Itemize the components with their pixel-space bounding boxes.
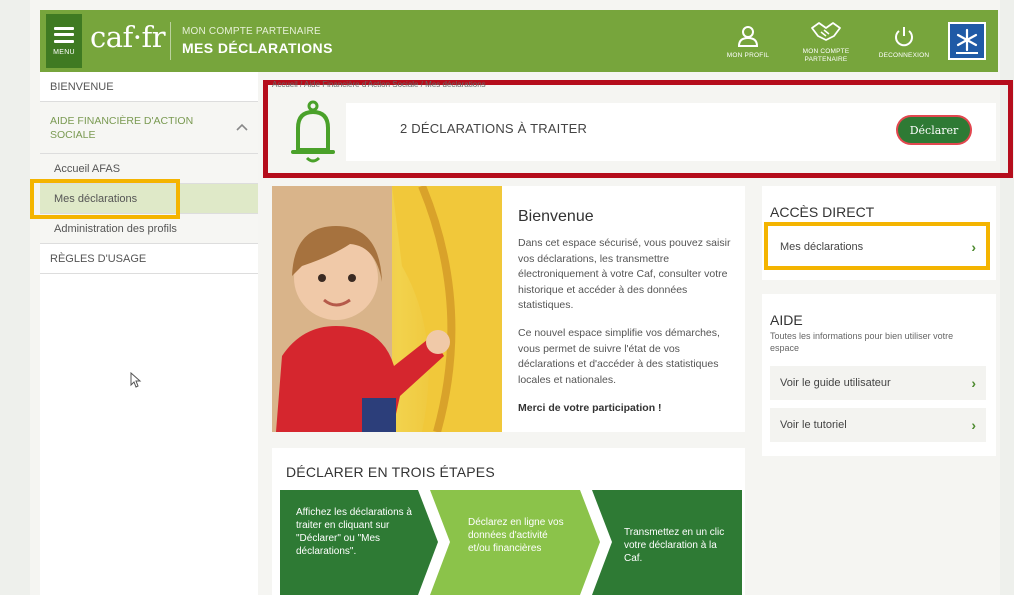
- breadcrumb[interactable]: Accueil / Aide Financière d'Action Socia…: [272, 80, 486, 89]
- sidebar-item-bienvenue[interactable]: BIENVENUE: [40, 72, 258, 102]
- caf-logo[interactable]: caf·fr: [90, 20, 166, 54]
- declarations-count-text: 2 DÉCLARATIONS À TRAITER: [400, 121, 588, 136]
- steps-panel: DÉCLARER EN TROIS ÉTAPES Affichez les dé…: [272, 448, 745, 595]
- sidebar-item-afas[interactable]: AIDE FINANCIÈRE D'ACTION SOCIALE: [40, 102, 258, 154]
- help-link-label: Voir le guide utilisateur: [780, 377, 891, 389]
- sidebar-item-label: Administration des profils: [54, 222, 177, 235]
- handshake-icon: [810, 19, 842, 45]
- direct-access-card: ACCÈS DIRECT Mes déclarations ›: [762, 186, 996, 280]
- welcome-title: Bienvenue: [518, 208, 594, 225]
- steps-title: DÉCLARER EN TROIS ÉTAPES: [286, 464, 495, 480]
- step-1-text: Affichez les déclarations à traiter en c…: [296, 507, 412, 557]
- partner-account-label: MON COMPTE PARTENAIRE: [802, 47, 850, 63]
- sidebar-item-label: BIENVENUE: [50, 80, 114, 93]
- help-link-guide[interactable]: Voir le guide utilisateur ›: [770, 366, 986, 400]
- profile-link[interactable]: MON PROFIL: [714, 23, 782, 60]
- welcome-paragraph-1: Dans cet espace sécurisé, vous pouvez sa…: [518, 237, 731, 311]
- hamburger-icon: [54, 26, 74, 43]
- menu-button[interactable]: MENU: [46, 14, 82, 68]
- help-link-tutorial[interactable]: Voir le tutoriel ›: [770, 408, 986, 442]
- header-subtitle: MON COMPTE PARTENAIRE: [182, 26, 321, 37]
- chevron-right-icon: ›: [971, 417, 976, 433]
- welcome-thanks: Merci de votre participation !: [518, 402, 662, 414]
- profile-icon: [736, 23, 760, 49]
- welcome-panel: Bienvenue Dans cet espace sécurisé, vous…: [272, 186, 745, 432]
- direct-access-title: ACCÈS DIRECT: [770, 204, 875, 220]
- mouse-cursor-icon: [130, 371, 142, 393]
- bell-icon: [290, 100, 336, 171]
- top-header: MENU caf·fr MON COMPTE PARTENAIRE MES DÉ…: [40, 10, 998, 72]
- help-subtitle: Toutes les informations pour bien utilis…: [770, 331, 954, 353]
- partner-account-link[interactable]: MON COMPTE PARTENAIRE: [792, 19, 860, 64]
- chevron-up-icon: [236, 121, 248, 135]
- help-link-label: Voir le tutoriel: [780, 419, 847, 431]
- child-photo: [272, 186, 502, 432]
- sidebar-item-administration[interactable]: Administration des profils: [40, 214, 258, 244]
- highlight-box: [30, 179, 180, 219]
- power-icon: [893, 23, 915, 49]
- header-divider: [170, 22, 171, 60]
- help-card: AIDE Toutes les informations pour bien u…: [762, 294, 996, 456]
- government-logo: [948, 22, 986, 60]
- sidebar-item-label: AIDE FINANCIÈRE D'ACTION SOCIALE: [50, 114, 194, 141]
- sidebar-item-label: RÈGLES D'USAGE: [50, 252, 147, 265]
- page-title: MES DÉCLARATIONS: [182, 40, 333, 56]
- sidebar-item-regles[interactable]: RÈGLES D'USAGE: [40, 244, 258, 274]
- help-title: AIDE: [770, 312, 803, 328]
- step-2-text: Déclarez en ligne vos données d'activité…: [468, 517, 564, 554]
- sidebar-item-accueil-afas[interactable]: Accueil AFAS: [40, 154, 258, 184]
- welcome-paragraph-2: Ce nouvel espace simplifie vos démarches…: [518, 327, 720, 386]
- declarer-button[interactable]: Déclarer: [898, 117, 970, 143]
- step-3-text: Transmettez en un clic votre déclaration…: [624, 527, 725, 564]
- profile-link-label: MON PROFIL: [726, 51, 770, 59]
- header-links: MON PROFIL MON COMPTE PARTENAIRE DECONNE…: [714, 14, 986, 68]
- logout-link[interactable]: DECONNEXION: [870, 23, 938, 60]
- menu-label: MENU: [53, 48, 75, 56]
- sidebar: BIENVENUE AIDE FINANCIÈRE D'ACTION SOCIA…: [30, 72, 258, 595]
- sidebar-item-label: Accueil AFAS: [54, 162, 121, 175]
- sidebar-item-mes-declarations[interactable]: Mes déclarations: [30, 179, 258, 219]
- chevron-right-icon: ›: [971, 375, 976, 391]
- logout-label: DECONNEXION: [878, 51, 930, 59]
- highlight-box: [764, 222, 990, 270]
